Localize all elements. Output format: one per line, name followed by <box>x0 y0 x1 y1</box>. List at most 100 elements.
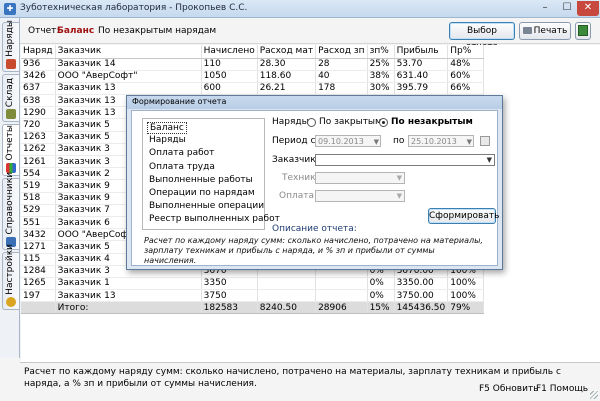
column-header[interactable]: Расход мат <box>257 45 317 59</box>
gear-icon <box>6 297 16 307</box>
table-cell: 0% <box>367 277 395 291</box>
report-list-item[interactable]: Реестр выполненных работ <box>149 214 280 224</box>
tab-reports-label: Отчеты <box>5 125 15 161</box>
date-to-value: 25.10.2013 <box>411 137 457 146</box>
date-to-input[interactable]: 25.10.2013 ▼ <box>408 135 474 147</box>
warehouse-icon <box>6 109 16 119</box>
table-row[interactable]: 1265 Заказчик 1 3350 0% 3350.00 100% <box>21 277 485 291</box>
radio-open-label[interactable]: По незакрытым <box>391 117 473 127</box>
maximize-button[interactable]: ☐ <box>556 1 578 16</box>
table-cell: 53.70 <box>394 58 449 71</box>
total-cell: 182583 <box>201 301 258 315</box>
column-header[interactable]: Расход зп <box>315 45 368 59</box>
select-report-button[interactable]: Выбор отчета <box>449 22 515 52</box>
column-header[interactable]: Пр% <box>447 45 485 59</box>
table-cell <box>315 289 368 303</box>
status-bar: F5 Обновить F1 Помощь <box>0 381 600 401</box>
table-cell: Заказчик 14 <box>55 58 202 71</box>
close-button[interactable]: ✕ <box>577 1 599 16</box>
technician-select[interactable]: ▼ <box>315 172 405 184</box>
total-cell: 28906 <box>315 301 368 315</box>
report-list-item[interactable]: Баланс <box>147 122 187 134</box>
report-label: Отчет: <box>28 26 60 36</box>
table-row[interactable]: 197 Заказчик 13 3750 0% 3750.00 100% <box>21 289 485 303</box>
report-list-item[interactable]: Операции по нарядам <box>149 188 255 198</box>
customer-select[interactable]: ▼ <box>315 154 495 166</box>
date-from-dropdown-icon: ▼ <box>373 138 379 146</box>
table-cell <box>257 277 317 291</box>
side-tabs: Наряды Склад Отчеты Справочники Настройк… <box>0 18 20 358</box>
tab-references-label: Справочники <box>5 172 15 235</box>
table-cell: 0% <box>367 289 395 303</box>
table-row[interactable]: 637 Заказчик 13 600 26.21 178 30% 395.79 66% <box>21 82 485 96</box>
column-header[interactable]: Начислено <box>201 45 258 59</box>
total-cell: 15% <box>367 301 395 315</box>
table-cell: 1265 <box>21 277 56 291</box>
table-cell: 720 <box>21 118 56 132</box>
calendar-icon[interactable] <box>480 136 490 146</box>
report-list-item[interactable]: Наряды <box>149 135 186 145</box>
refresh-hint[interactable]: F5 Обновить <box>479 384 539 394</box>
tab-orders[interactable]: Наряды <box>2 20 19 72</box>
table-cell: Заказчик 13 <box>55 289 202 303</box>
table-row[interactable]: 3426 ООО "АверСофт" 1050 118.60 40 38% 631.40 6… <box>21 70 485 83</box>
technician-label: Техник: <box>282 173 319 183</box>
print-button[interactable]: Печать <box>519 22 571 40</box>
minimize-button[interactable]: – <box>534 1 556 16</box>
table-cell: 600 <box>201 82 258 96</box>
tab-settings[interactable]: Настройки <box>2 244 19 310</box>
app-tooth-icon: ✚ <box>4 3 16 15</box>
table-cell: 1284 <box>21 265 56 278</box>
report-description-text: Расчет по каждому наряду сумм: сколько н… <box>144 236 483 265</box>
report-list-item[interactable]: Выполненные работы <box>149 175 253 185</box>
radio-closed[interactable] <box>307 118 316 127</box>
generate-report-button[interactable]: Сформировать <box>428 208 499 224</box>
total-cell: 79% <box>447 301 485 315</box>
table-cell: 60% <box>447 70 485 83</box>
tab-warehouse-label: Склад <box>5 77 15 107</box>
table-cell: 518 <box>21 192 56 205</box>
report-list-item[interactable]: Выполненные операции <box>149 201 264 211</box>
table-cell: 30% <box>367 82 395 96</box>
total-cell: 8240.50 <box>257 301 317 315</box>
table-cell: 3750.00 <box>394 289 449 303</box>
resize-grip-icon[interactable] <box>590 391 598 399</box>
window-title: Зуботехническая лаборатория - Прокопьев … <box>20 3 248 13</box>
column-header[interactable]: Заказчик <box>55 45 202 59</box>
table-cell: 1263 <box>21 131 56 144</box>
report-description-title: Описание отчета: <box>272 224 357 234</box>
total-cell: 145436.50 <box>394 301 449 315</box>
report-filter-text: По незакрытым нарядам <box>98 26 217 36</box>
table-cell: 1261 <box>21 155 56 169</box>
radio-open[interactable] <box>379 118 388 127</box>
printer-icon <box>522 27 532 34</box>
column-header[interactable]: Прибыль <box>394 45 449 59</box>
table-cell: 529 <box>21 204 56 217</box>
table-cell: 1271 <box>21 240 56 254</box>
table-cell: 40 <box>315 70 368 83</box>
table-cell: 100% <box>447 289 485 303</box>
table-cell: 26.21 <box>257 82 317 96</box>
table-row[interactable]: 936 Заказчик 14 110 28.30 28 25% 53.70 48% <box>21 58 485 71</box>
payment-select[interactable]: ▼ <box>315 190 405 202</box>
report-list[interactable]: Баланс Наряды Оплата работ Оплата труда Выпо… <box>142 118 280 230</box>
table-cell: 28.30 <box>257 58 317 71</box>
table-cell: 638 <box>21 94 56 108</box>
tab-reports[interactable]: Отчеты <box>2 124 19 176</box>
table-cell: 25% <box>367 58 395 71</box>
tab-references[interactable]: Справочники <box>2 172 19 250</box>
column-header[interactable]: Наряд <box>21 45 56 59</box>
table-cell: 48% <box>447 58 485 71</box>
table-cell: 28 <box>315 58 368 71</box>
date-from-input[interactable]: 09.10.2013 ▼ <box>315 135 381 147</box>
table-cell: 110 <box>201 58 258 71</box>
help-hint[interactable]: F1 Помощь <box>536 384 588 394</box>
orders-icon <box>6 59 16 69</box>
column-header[interactable]: зп% <box>367 45 395 59</box>
radio-closed-label[interactable]: По закрытым <box>319 117 382 127</box>
tab-warehouse[interactable]: Склад <box>2 74 19 122</box>
report-list-item[interactable]: Оплата труда <box>149 162 215 172</box>
excel-icon <box>578 25 588 36</box>
export-button[interactable] <box>575 22 591 40</box>
report-list-item[interactable]: Оплата работ <box>149 148 214 158</box>
